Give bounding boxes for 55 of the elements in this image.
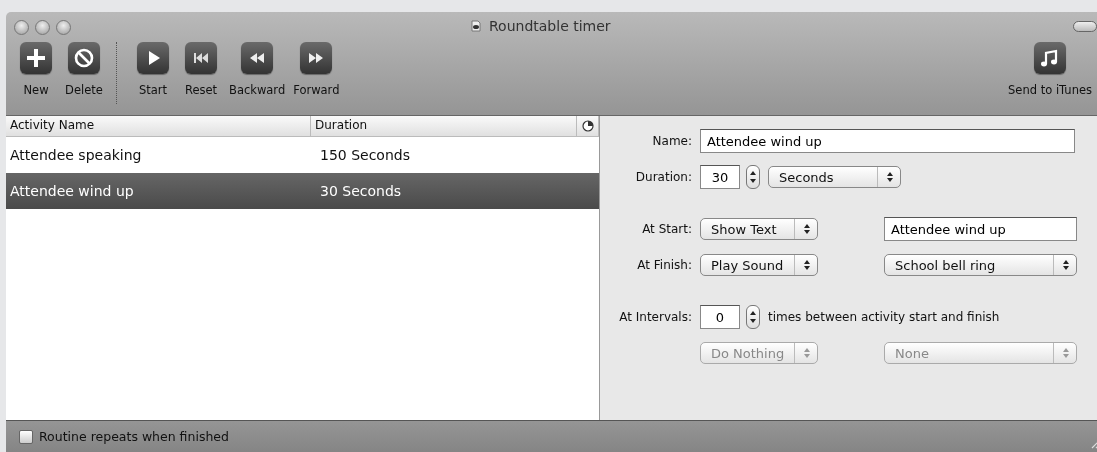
field-hint: times between activity start and finish bbox=[768, 310, 1000, 324]
window-button[interactable] bbox=[56, 19, 71, 35]
document-icon bbox=[471, 20, 481, 32]
text-field[interactable]: Attendee wind up bbox=[700, 129, 1075, 153]
field-label: Name: bbox=[651, 134, 692, 148]
clock-icon bbox=[581, 120, 594, 132]
updown-arrows-icon bbox=[803, 347, 811, 359]
updown-arrows-icon bbox=[803, 223, 811, 235]
toolbar-button[interactable]: Start bbox=[129, 42, 177, 97]
updown-arrows-icon bbox=[803, 259, 811, 271]
table-row[interactable]: Attendee speaking 150 Seconds bbox=[6, 137, 599, 173]
toolbar-button[interactable]: Backward bbox=[225, 42, 290, 97]
popup-button[interactable]: School bell ring bbox=[884, 254, 1077, 276]
toolbar-button[interactable]: Forward bbox=[289, 42, 344, 97]
updown-arrows-icon bbox=[750, 171, 756, 183]
toolbar-button[interactable]: Delete bbox=[60, 42, 108, 97]
plus-icon bbox=[27, 49, 45, 67]
popup-button[interactable]: Play Sound bbox=[700, 254, 818, 276]
field-label: At Start: bbox=[641, 222, 692, 236]
column-header[interactable]: Activity Name bbox=[6, 116, 311, 136]
checkbox-label[interactable]: Routine repeats when finished bbox=[39, 429, 229, 444]
toolbar-button[interactable]: New bbox=[12, 42, 60, 97]
play-icon bbox=[149, 51, 160, 65]
popup-button[interactable]: Seconds bbox=[768, 166, 901, 188]
table-row[interactable]: Attendee wind up 30 Seconds bbox=[6, 173, 599, 209]
table-cell-text: Attendee wind up bbox=[9, 183, 135, 199]
toolbar-button[interactable]: Reset bbox=[177, 42, 225, 97]
table-cell-text: 30 Seconds bbox=[319, 183, 402, 199]
field-label: At Intervals: bbox=[618, 310, 692, 324]
window-title: Roundtable timer bbox=[489, 18, 611, 34]
stepper[interactable] bbox=[746, 305, 760, 329]
stepper[interactable] bbox=[746, 165, 760, 189]
updown-arrows-icon bbox=[750, 311, 756, 323]
number-field[interactable]: 0 bbox=[700, 305, 740, 329]
table-cell-text: Attendee speaking bbox=[9, 147, 143, 163]
table-cell-text: 150 Seconds bbox=[319, 147, 410, 163]
column-header[interactable]: Duration bbox=[311, 116, 577, 136]
field-label: At Finish: bbox=[636, 258, 692, 272]
toolbar-button[interactable]: Send to iTunes bbox=[1004, 42, 1096, 97]
toolbar-toggle-button[interactable] bbox=[1073, 21, 1097, 32]
music-note-icon bbox=[1041, 49, 1058, 67]
updown-arrows-icon bbox=[1062, 347, 1070, 359]
window-button[interactable] bbox=[35, 19, 50, 35]
field-label: Duration: bbox=[634, 170, 692, 184]
skip-back-icon bbox=[194, 53, 208, 63]
window-button[interactable] bbox=[14, 19, 29, 35]
number-field[interactable]: 30 bbox=[700, 165, 740, 189]
fast-forward-icon bbox=[309, 53, 324, 63]
checkbox[interactable] bbox=[19, 429, 33, 444]
text-field[interactable]: Attendee wind up bbox=[884, 217, 1077, 241]
updown-arrows-icon bbox=[886, 171, 894, 183]
popup-button[interactable]: Show Text bbox=[700, 218, 818, 240]
rewind-icon bbox=[250, 53, 265, 63]
no-entry-icon bbox=[74, 48, 94, 68]
updown-arrows-icon bbox=[1062, 259, 1070, 271]
